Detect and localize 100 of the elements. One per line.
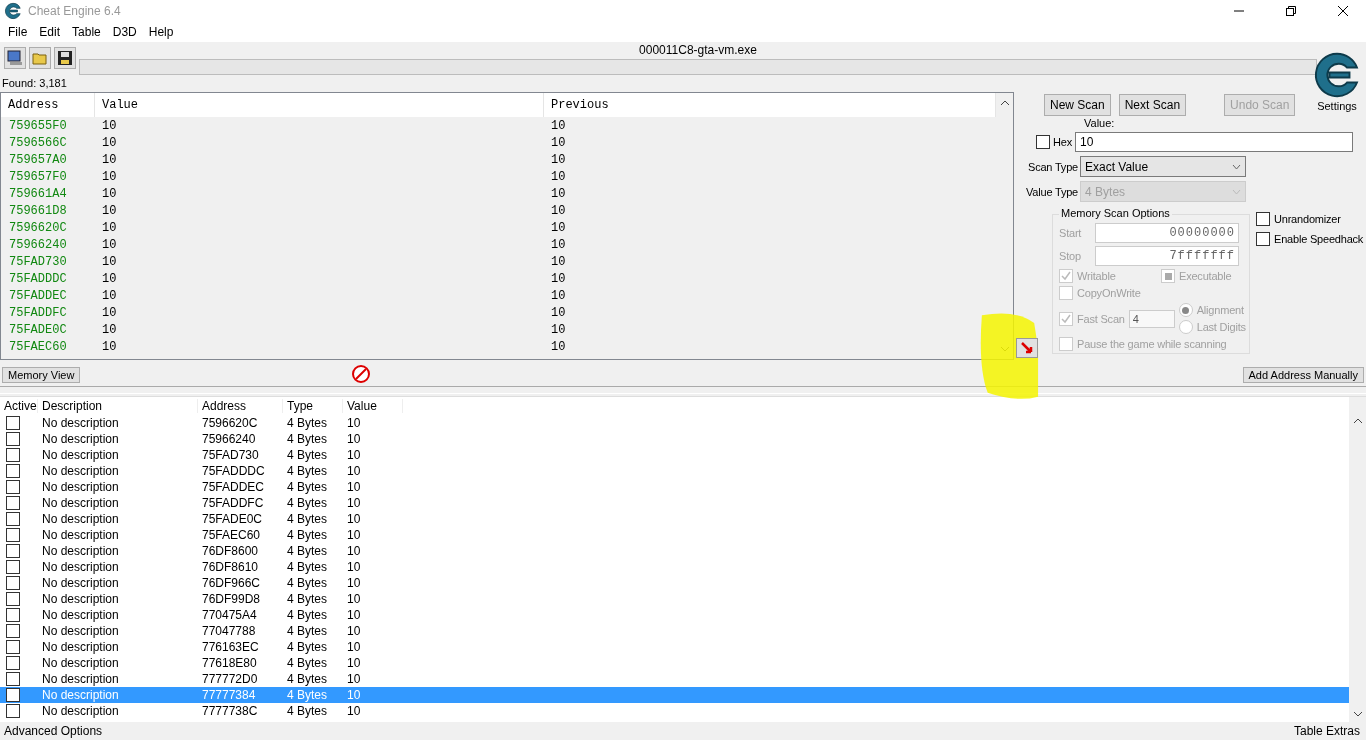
previous-cell-text: 10 <box>550 135 567 150</box>
table-row[interactable]: No description 776163EC 4 Bytes 10 <box>0 639 1349 655</box>
table-row[interactable]: No description 75FADDEC 4 Bytes 10 <box>0 479 1349 495</box>
description-cell-text: No description <box>41 672 120 686</box>
column-header[interactable]: Type <box>283 399 343 413</box>
address-cell-text: 75FAD730 <box>8 254 68 269</box>
previous-cell-text: 10 <box>550 339 567 354</box>
add-to-list-button[interactable] <box>1016 338 1038 358</box>
description-cell-text: No description <box>41 624 120 638</box>
value-cell-text: 10 <box>346 432 362 446</box>
table-row[interactable]: No description 75FAD730 4 Bytes 10 <box>0 447 1349 463</box>
column-header[interactable]: Address <box>1 93 95 117</box>
scroll-up-icon[interactable] <box>999 99 1010 107</box>
value-cell-text: 10 <box>346 464 362 478</box>
previous-cell-text: 10 <box>550 118 567 133</box>
start-field[interactable]: 00000000 <box>1095 223 1239 243</box>
table-row[interactable]: No description 75FADE0C 4 Bytes 10 <box>0 511 1349 527</box>
checkbox[interactable] <box>6 480 20 494</box>
table-row[interactable]: No description 75FADDFC 4 Bytes 10 <box>0 495 1349 511</box>
radio-button[interactable] <box>1178 320 1193 334</box>
save-button[interactable] <box>54 47 76 69</box>
table-row[interactable]: No description 77618E80 4 Bytes 10 <box>0 655 1349 671</box>
scan-button[interactable]: New Scan <box>1044 94 1111 116</box>
table-row[interactable]: No description 777772D0 4 Bytes 10 <box>0 671 1349 687</box>
checkbox[interactable] <box>6 528 20 542</box>
table-extras-link[interactable]: Table Extras <box>1293 724 1360 738</box>
checkbox[interactable] <box>6 464 20 478</box>
value-cell-text: 10 <box>346 640 362 654</box>
value-cell-text: 10 <box>346 496 362 510</box>
checkbox[interactable] <box>6 656 20 670</box>
checkbox[interactable] <box>6 448 20 462</box>
add-address-button[interactable]: Add Address Manually <box>1242 367 1364 383</box>
checkbox[interactable] <box>6 624 20 638</box>
scan-type-dropdown[interactable]: Exact Value <box>1080 156 1246 177</box>
menu-item[interactable]: Table <box>66 25 107 39</box>
advanced-options-link[interactable]: Advanced Options <box>4 724 103 738</box>
fast-scan-field[interactable]: 4 <box>1128 309 1175 328</box>
table-row[interactable]: No description 75966240 4 Bytes 10 <box>0 431 1349 447</box>
table-row[interactable]: No description 75FADDDC 4 Bytes 10 <box>0 463 1349 479</box>
memory-view-button[interactable]: Memory View <box>2 367 81 383</box>
splitter-handle[interactable] <box>0 386 1366 394</box>
menu-item[interactable]: Edit <box>33 25 67 39</box>
value-input[interactable]: 10 <box>1074 132 1353 152</box>
scroll-down-icon[interactable] <box>1352 710 1363 718</box>
column-header[interactable]: Value <box>343 399 403 413</box>
type-cell-text: 4 Bytes <box>286 432 329 446</box>
radio-button[interactable] <box>1178 303 1193 317</box>
table-row[interactable]: No description 76DF966C 4 Bytes 10 <box>0 575 1349 591</box>
radio-label: Last Digits <box>1196 321 1246 333</box>
menu-item[interactable]: Help <box>142 25 180 39</box>
scroll-up-icon[interactable] <box>1352 417 1363 425</box>
menu-item[interactable]: File <box>2 25 34 39</box>
table-row[interactable]: No description 77047788 4 Bytes 10 <box>0 623 1349 639</box>
table-row[interactable]: No description 7777738C 4 Bytes 10 <box>0 703 1349 719</box>
type-cell-text: 4 Bytes <box>286 624 329 638</box>
stop-field[interactable]: 7fffffff <box>1095 246 1239 266</box>
address-cell-text: 75FAD730 <box>201 448 260 462</box>
type-cell-text: 4 Bytes <box>286 464 329 478</box>
checkbox[interactable] <box>6 432 20 446</box>
table-row[interactable]: No description 76DF8610 4 Bytes 10 <box>0 559 1349 575</box>
column-header[interactable]: Address <box>198 399 283 413</box>
value-cell-text: 10 <box>346 704 362 718</box>
checkbox[interactable] <box>6 608 20 622</box>
checkbox[interactable] <box>1256 232 1270 246</box>
checkbox[interactable] <box>1036 135 1050 149</box>
address-cell-text: 759661D8 <box>8 203 68 218</box>
table-row[interactable]: No description 770475A4 4 Bytes 10 <box>0 607 1349 623</box>
column-header[interactable]: Value <box>95 93 544 117</box>
value-cell-text: 10 <box>101 254 118 269</box>
value-cell-text: 10 <box>346 512 362 526</box>
table-row[interactable]: No description 7596620C 4 Bytes 10 <box>0 415 1349 431</box>
checkbox[interactable] <box>6 640 20 654</box>
description-cell-text: No description <box>41 496 120 510</box>
checkbox[interactable] <box>6 592 20 606</box>
description-cell-text: No description <box>41 480 120 494</box>
value-cell-text: 10 <box>346 544 362 558</box>
menu-item[interactable]: D3D <box>106 25 143 39</box>
checkbox[interactable] <box>6 688 20 702</box>
type-cell-text: 4 Bytes <box>286 704 329 718</box>
checkbox[interactable] <box>6 512 20 526</box>
checkbox[interactable] <box>6 560 20 574</box>
checkbox[interactable] <box>1256 212 1270 226</box>
address-cell-text: 759657A0 <box>8 152 68 167</box>
column-header[interactable]: Description <box>38 399 198 413</box>
chevron-down-icon <box>1232 188 1242 195</box>
table-row[interactable]: No description 75FAEC60 4 Bytes 10 <box>0 527 1349 543</box>
checkbox[interactable] <box>6 672 20 686</box>
checkbox[interactable] <box>6 416 20 430</box>
checkbox[interactable] <box>6 544 20 558</box>
scan-button[interactable]: Next Scan <box>1118 94 1187 116</box>
checkbox[interactable] <box>6 576 20 590</box>
close-icon <box>1338 6 1348 16</box>
settings-link[interactable]: Settings <box>1317 100 1357 112</box>
table-row[interactable]: No description 76DF99D8 4 Bytes 10 <box>0 591 1349 607</box>
process-button[interactable] <box>4 47 26 69</box>
stop-icon[interactable] <box>351 364 372 384</box>
checkbox[interactable] <box>6 496 20 510</box>
column-header[interactable]: Active <box>0 399 38 413</box>
table-row[interactable]: No description 76DF8600 4 Bytes 10 <box>0 543 1349 559</box>
checkbox[interactable] <box>6 704 20 718</box>
